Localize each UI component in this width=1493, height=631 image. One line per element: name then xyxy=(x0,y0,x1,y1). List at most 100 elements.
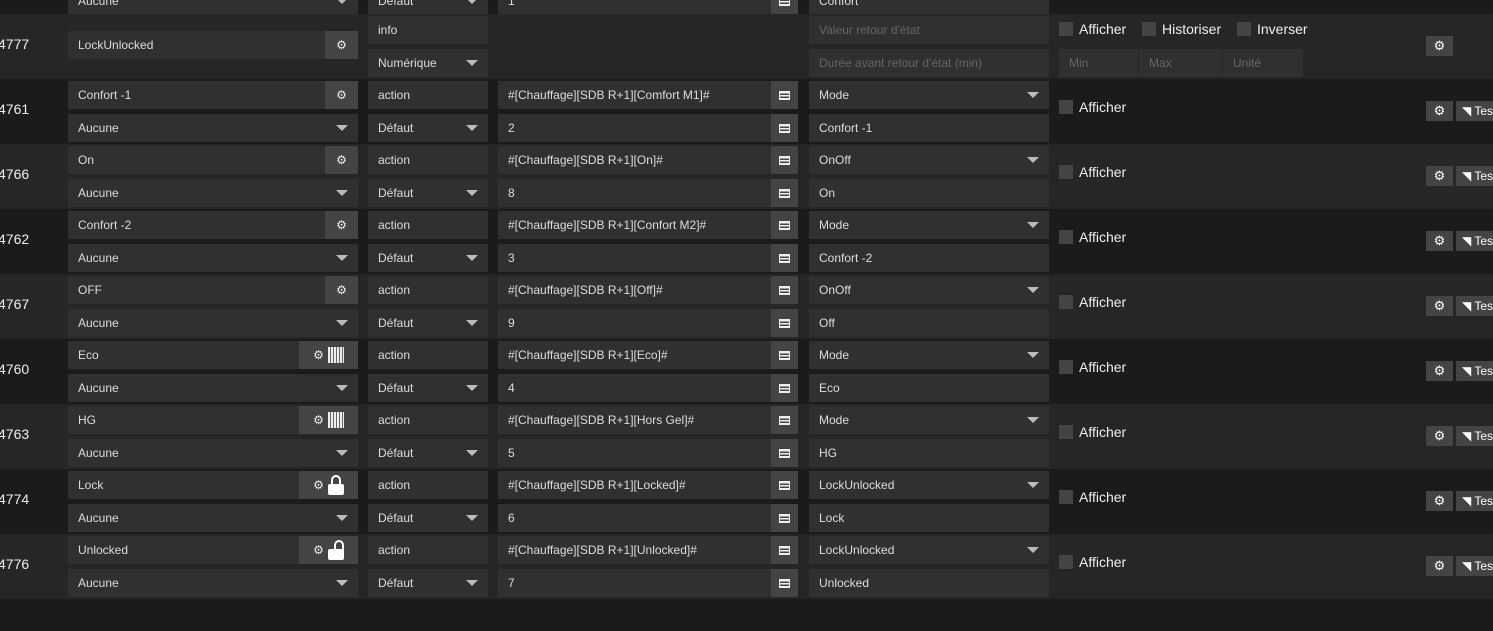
command-input[interactable]: #[Chauffage][SDB R+1][Comfort M1]# xyxy=(498,81,771,109)
subtype-select[interactable]: Défaut xyxy=(368,244,488,272)
afficher-checkbox[interactable]: Afficher xyxy=(1059,229,1126,245)
max-input[interactable]: Max xyxy=(1139,49,1222,77)
state-value-input[interactable]: Confort -1 xyxy=(809,114,1049,142)
icon-picker-button[interactable]: ⚙ xyxy=(299,406,358,434)
value-input[interactable]: 2 xyxy=(498,114,771,142)
gears-icon[interactable]: ⚙ xyxy=(1426,36,1453,56)
command-input[interactable]: #[Chauffage][SDB R+1][Hors Gel]# xyxy=(498,406,771,434)
state-value-input[interactable]: On xyxy=(809,179,1049,207)
icon-picker-button[interactable]: ⚙ xyxy=(299,471,358,499)
subtype-select[interactable]: Défaut xyxy=(368,179,488,207)
afficher-checkbox[interactable]: Afficher xyxy=(1059,554,1126,570)
state-value-input[interactable]: Unlocked xyxy=(809,569,1049,597)
afficher-checkbox[interactable]: Afficher xyxy=(1059,359,1126,375)
test-button[interactable]: ◥ Tester xyxy=(1456,556,1493,576)
subtype-select[interactable]: Défaut xyxy=(368,309,488,337)
historiser-checkbox[interactable]: Historiser xyxy=(1142,21,1221,37)
value-input[interactable]: 7 xyxy=(498,569,771,597)
name-input[interactable]: Lock xyxy=(68,471,299,499)
info-command-select[interactable]: Mode xyxy=(809,406,1049,434)
value-input[interactable]: 6 xyxy=(498,504,771,532)
test-button[interactable]: ◥ Tester xyxy=(1456,361,1493,381)
list-icon[interactable] xyxy=(771,179,798,207)
info-command-select[interactable]: LockUnlocked xyxy=(809,536,1049,564)
info-command-select[interactable]: Mode xyxy=(809,81,1049,109)
generic-type-select[interactable]: Aucune xyxy=(68,244,358,272)
list-icon[interactable] xyxy=(771,114,798,142)
afficher-checkbox[interactable]: Afficher xyxy=(1059,424,1126,440)
subtype-select[interactable]: Numérique xyxy=(368,49,488,77)
state-value-input[interactable]: Eco xyxy=(809,374,1049,402)
command-input[interactable]: #[Chauffage][SDB R+1][Locked]# xyxy=(498,471,771,499)
icon-picker-button[interactable]: ⚙ xyxy=(325,31,358,59)
list-icon[interactable] xyxy=(771,309,798,337)
value-input[interactable]: 3 xyxy=(498,244,771,272)
inverser-checkbox[interactable]: Inverser xyxy=(1237,21,1308,37)
name-input[interactable]: Confort -1 xyxy=(68,81,325,109)
value-input[interactable]: 8 xyxy=(498,179,771,207)
icon-picker-button[interactable]: ⚙ xyxy=(299,341,358,369)
info-command-select[interactable]: Mode xyxy=(809,341,1049,369)
generic-type-select[interactable]: Aucune xyxy=(68,0,358,15)
state-value-input[interactable]: HG xyxy=(809,439,1049,467)
state-duration-input[interactable]: Durée avant retour d'état (min) xyxy=(809,49,1049,77)
test-button[interactable]: ◥ Tester xyxy=(1456,231,1493,251)
command-input[interactable]: #[Chauffage][SDB R+1][Off]# xyxy=(498,276,771,304)
subtype-select[interactable]: Défaut xyxy=(368,439,488,467)
gears-icon[interactable]: ⚙ xyxy=(1426,361,1453,381)
test-button[interactable]: ◥ Tester xyxy=(1456,296,1493,316)
list-icon[interactable] xyxy=(771,374,798,402)
info-command-select[interactable]: LockUnlocked xyxy=(809,471,1049,499)
afficher-checkbox[interactable]: Afficher xyxy=(1059,489,1126,505)
list-icon[interactable] xyxy=(771,569,798,597)
name-input[interactable]: Confort -2 xyxy=(68,211,325,239)
list-icon[interactable] xyxy=(771,276,798,304)
name-input[interactable]: OFF xyxy=(68,276,325,304)
subtype-select[interactable]: Défaut xyxy=(368,569,488,597)
icon-picker-button[interactable]: ⚙ xyxy=(325,146,358,174)
subtype-select[interactable]: Défaut xyxy=(368,114,488,142)
state-input[interactable]: Confort xyxy=(809,0,1049,15)
list-icon[interactable] xyxy=(771,406,798,434)
gears-icon[interactable]: ⚙ xyxy=(1426,556,1453,576)
list-icon[interactable] xyxy=(771,341,798,369)
list-icon[interactable] xyxy=(771,146,798,174)
state-value-input[interactable]: Confort -2 xyxy=(809,244,1049,272)
icon-picker-button[interactable]: ⚙ xyxy=(325,276,358,304)
icon-picker-button[interactable]: ⚙ xyxy=(325,81,358,109)
list-icon[interactable] xyxy=(771,211,798,239)
command-input[interactable]: #[Chauffage][SDB R+1][Confort M2]# xyxy=(498,211,771,239)
command-input[interactable]: #[Chauffage][SDB R+1][Eco]# xyxy=(498,341,771,369)
generic-type-select[interactable]: Aucune xyxy=(68,114,358,142)
state-value-input[interactable]: Off xyxy=(809,309,1049,337)
subtype-select[interactable]: Défaut xyxy=(368,504,488,532)
list-icon[interactable] xyxy=(771,244,798,272)
info-command-select[interactable]: OnOff xyxy=(809,146,1049,174)
name-input[interactable]: Eco xyxy=(68,341,299,369)
value-input[interactable]: 5 xyxy=(498,439,771,467)
list-icon[interactable] xyxy=(771,471,798,499)
generic-type-select[interactable]: Aucune xyxy=(68,439,358,467)
unit-input[interactable]: Unité xyxy=(1223,49,1303,77)
icon-picker-button[interactable]: ⚙ xyxy=(325,211,358,239)
name-input[interactable]: LockUnlocked xyxy=(68,31,325,59)
icon-picker-button[interactable]: ⚙ xyxy=(299,536,358,564)
min-input[interactable]: Min xyxy=(1059,49,1138,77)
test-button[interactable]: ◥ Tester xyxy=(1456,166,1493,186)
gears-icon[interactable]: ⚙ xyxy=(1426,426,1453,446)
generic-type-select[interactable]: Aucune xyxy=(68,504,358,532)
gears-icon[interactable]: ⚙ xyxy=(1426,231,1453,251)
test-button[interactable]: ◥ Tester xyxy=(1456,491,1493,511)
value-input[interactable]: 4 xyxy=(498,374,771,402)
gears-icon[interactable]: ⚙ xyxy=(1426,296,1453,316)
afficher-checkbox[interactable]: Afficher xyxy=(1059,164,1126,180)
list-icon[interactable] xyxy=(771,536,798,564)
generic-type-select[interactable]: Aucune xyxy=(68,179,358,207)
subtype-select[interactable]: Défaut xyxy=(368,374,488,402)
list-icon[interactable] xyxy=(771,504,798,532)
info-command-select[interactable]: OnOff xyxy=(809,276,1049,304)
gears-icon[interactable]: ⚙ xyxy=(1426,166,1453,186)
value-input[interactable]: 9 xyxy=(498,309,771,337)
info-command-select[interactable]: Mode xyxy=(809,211,1049,239)
list-icon[interactable] xyxy=(771,0,798,15)
